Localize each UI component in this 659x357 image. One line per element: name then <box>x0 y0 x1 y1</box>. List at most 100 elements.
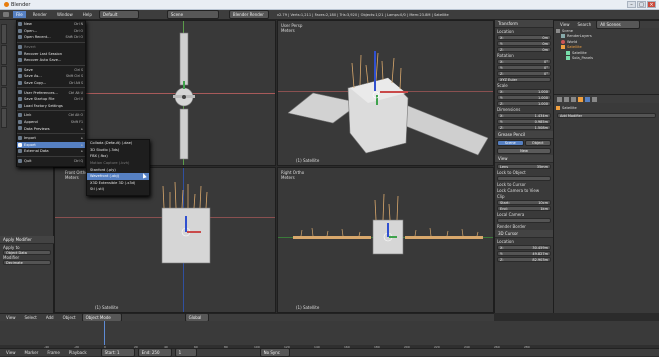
cursor-panel-title[interactable]: 3D Cursor <box>495 230 553 238</box>
rotation-y-field[interactable]: Y: 0° <box>497 65 551 70</box>
export-menu-item[interactable]: Collada (Default) (.dae) <box>87 140 149 147</box>
header-menu-select[interactable]: Select <box>22 314 40 321</box>
lock-cursor-checkbox[interactable]: Lock to Cursor <box>497 182 551 187</box>
dimension-x-field[interactable]: X: 1.434m <box>497 113 551 118</box>
file-menu-item[interactable]: New Ctrl N <box>17 21 85 28</box>
cursor-y-field[interactable]: Y: 49.827m <box>497 251 551 256</box>
export-menu-item-label: X3D Extensible 3D (.x3d) <box>90 180 136 185</box>
material-tab-icon[interactable] <box>592 96 597 102</box>
scale-y-field[interactable]: Y: 1.000 <box>497 95 551 100</box>
screen-layout-dropdown[interactable]: Default <box>98 10 139 19</box>
lock-camera-checkbox[interactable]: Lock Camera to View <box>497 188 551 193</box>
export-menu-item[interactable]: Stanford (.ply) <box>87 166 149 173</box>
rotation-z-field[interactable]: Z: 0° <box>497 71 551 76</box>
lens-field[interactable]: Lens 35mm <box>497 164 551 169</box>
export-menu-item[interactable]: FBX (.fbx) <box>87 153 149 160</box>
tab-physics[interactable] <box>1 108 7 128</box>
menu-file[interactable]: File <box>13 11 26 18</box>
file-menu-item[interactable]: Save Ctrl S <box>17 67 85 74</box>
header-menu-view[interactable]: View <box>3 314 19 321</box>
scene-tab-icon[interactable] <box>564 96 569 102</box>
menu-window[interactable]: Window <box>54 11 76 18</box>
rotation-x-field[interactable]: X: 0° <box>497 59 551 64</box>
scene-dropdown[interactable]: Scene <box>166 10 219 19</box>
file-menu-item[interactable]: User Preferences... Ctrl Alt U <box>17 89 85 96</box>
file-menu-item[interactable]: External Data ▸ <box>17 148 85 155</box>
timeline-ruler[interactable] <box>0 321 659 345</box>
tab-animation[interactable] <box>1 87 7 107</box>
minimize-button[interactable]: – <box>627 1 636 8</box>
close-button[interactable]: × <box>647 1 656 8</box>
file-menu-item[interactable]: Recover Auto Save... <box>17 57 85 64</box>
transform-panel-title[interactable]: Transform <box>495 20 553 28</box>
outliner-row[interactable]: Sola_Panels <box>554 56 659 62</box>
grease-pencil-panel-title[interactable]: Grease Pencil <box>495 131 553 139</box>
export-menu-item[interactable]: Wavefront (.obj) <box>87 172 149 180</box>
file-menu-item[interactable]: Recover Last Session <box>17 50 85 57</box>
file-menu-item[interactable]: Save Startup File Ctrl U <box>17 96 85 103</box>
export-menu-item[interactable]: X3D Extensible 3D (.x3d) <box>87 180 149 187</box>
file-menu-item[interactable]: Open... Ctrl O <box>17 28 85 35</box>
header-menu-add[interactable]: Add <box>43 314 57 321</box>
file-menu-item[interactable]: Export ▸ <box>17 141 85 149</box>
object-tab-icon[interactable] <box>578 96 583 102</box>
grease-object-tab[interactable]: Object <box>524 140 551 146</box>
dimension-y-field[interactable]: Y: 0.985m <box>497 119 551 124</box>
tab-create[interactable] <box>1 45 7 65</box>
viewport-top-right[interactable]: User Persp Meters (1) Satellite <box>277 20 494 166</box>
file-menu-item[interactable]: Open Recent... Shift Ctrl O <box>17 34 85 41</box>
clip-start-field[interactable]: Start: 10cm <box>497 200 551 205</box>
location-x-field[interactable]: X: 0m <box>497 35 551 40</box>
revert-icon <box>18 44 22 49</box>
tab-relations[interactable] <box>1 66 7 86</box>
header-menu-object[interactable]: Object <box>60 314 79 321</box>
location-y-field[interactable]: Y: 0m <box>497 41 551 46</box>
menu-help[interactable]: Help <box>80 11 95 18</box>
file-menu-item[interactable]: Data Previews ▸ <box>17 125 85 132</box>
file-menu-item[interactable]: Load Factory Settings <box>17 103 85 110</box>
new-file-icon <box>18 22 22 26</box>
file-menu-item[interactable]: Quit Ctrl Q <box>17 158 85 165</box>
view-panel-title[interactable]: View <box>495 155 553 163</box>
location-z-field[interactable]: Z: 0m <box>497 47 551 52</box>
modifier-tab-icon[interactable] <box>585 96 590 102</box>
menu-render[interactable]: Render <box>30 11 50 18</box>
render-border-checkbox[interactable]: Render Border <box>497 224 551 229</box>
scale-x-field[interactable]: X: 1.000 <box>497 89 551 94</box>
editor-type-icon[interactable] <box>3 12 9 17</box>
export-menu-item[interactable]: Stl (.stl) <box>87 186 149 193</box>
modifier-field[interactable]: Decimate <box>3 260 51 265</box>
rotation-mode-dropdown[interactable]: XYZ Euler <box>497 77 551 82</box>
world-tab-icon[interactable] <box>571 96 576 102</box>
cursor-z-field[interactable]: Z: 82.903m <box>497 257 551 262</box>
grease-scene-tab[interactable]: Scene <box>497 140 524 146</box>
file-menu-item[interactable]: Append Shift F1 <box>17 119 85 126</box>
local-camera-field[interactable] <box>497 218 551 223</box>
add-modifier-dropdown[interactable]: Add Modifier <box>557 112 656 118</box>
clip-end-field[interactable]: End: 1km <box>497 206 551 211</box>
render-tab-icon[interactable] <box>557 96 562 102</box>
file-menu-item[interactable]: Import ▸ <box>17 135 85 142</box>
file-menu-item[interactable]: Save As... Shift Ctrl S <box>17 73 85 80</box>
file-menu-item[interactable]: Link Ctrl Alt O <box>17 112 85 119</box>
timeline-menu-playback[interactable]: Playback <box>66 349 90 356</box>
outliner-menu-view[interactable]: View <box>557 21 573 28</box>
cursor-x-field[interactable]: X: 30.459m <box>497 245 551 250</box>
outliner-display-dropdown[interactable]: All Scenes <box>596 20 641 29</box>
viewport-bottom-right[interactable]: Right Ortho Meters (1) Satellite <box>277 167 494 313</box>
timeline-menu-marker[interactable]: Marker <box>22 349 42 356</box>
maximize-button[interactable]: □ <box>637 1 646 8</box>
scale-z-field[interactable]: Z: 1.000 <box>497 101 551 106</box>
lock-object-field[interactable] <box>497 176 551 181</box>
timeline-editor[interactable]: -40 -20 0 20 40 60 80 100 120 140 160 18… <box>0 321 659 357</box>
export-menu-item[interactable]: 3D Studio (.3ds) <box>87 147 149 154</box>
current-frame-line[interactable] <box>104 321 105 345</box>
grease-new-button[interactable]: New <box>497 148 551 154</box>
outliner-menu-search[interactable]: Search <box>575 21 595 28</box>
file-menu-item[interactable]: Save Copy... Ctrl Alt S <box>17 80 85 87</box>
timeline-menu-view[interactable]: View <box>3 349 19 356</box>
render-engine-dropdown[interactable]: Blender Render <box>228 10 269 19</box>
dimension-z-field[interactable]: Z: 1.508m <box>497 125 551 130</box>
tab-tools[interactable] <box>1 24 7 44</box>
timeline-menu-frame[interactable]: Frame <box>44 349 62 356</box>
